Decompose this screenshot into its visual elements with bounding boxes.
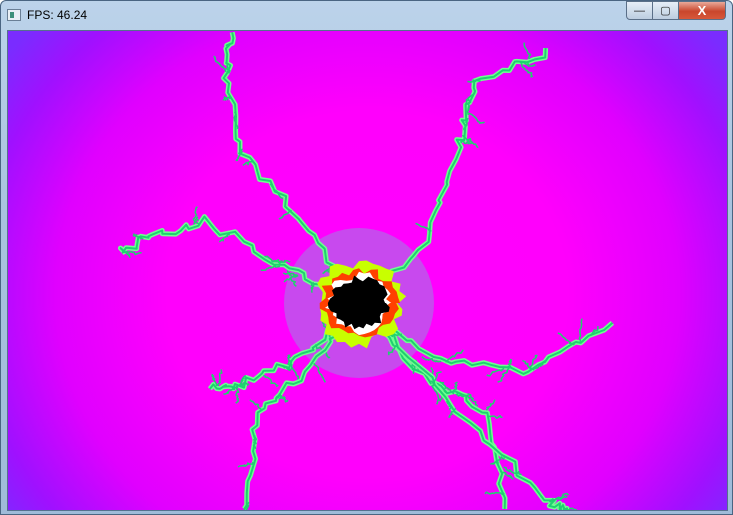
title-bar[interactable]: FPS: 46.24 — ▢ X xyxy=(1,1,732,30)
fractal-branch xyxy=(217,369,223,387)
fractal-canvas[interactable] xyxy=(7,30,728,511)
fractal-branch xyxy=(278,209,292,220)
fractal-branch xyxy=(249,399,262,410)
fractal-branch xyxy=(485,399,496,411)
window-controls: — ▢ X xyxy=(626,1,726,20)
minimize-button[interactable]: — xyxy=(626,1,653,20)
fractal-branch xyxy=(195,216,200,225)
fractal-branch xyxy=(488,415,503,419)
fractal-branch xyxy=(290,363,302,382)
fractal-branch xyxy=(235,385,240,404)
fractal-branch xyxy=(578,318,583,342)
window-title: FPS: 46.24 xyxy=(27,8,88,22)
app-window: FPS: 46.24 — ▢ X xyxy=(0,0,733,515)
fractal-branch xyxy=(468,112,485,125)
fractal-branch xyxy=(522,359,533,370)
close-button[interactable]: X xyxy=(679,1,726,20)
fractal-branch xyxy=(557,332,575,346)
fractal-render xyxy=(118,31,615,510)
fractal-branch xyxy=(262,374,279,387)
fractal-branch xyxy=(242,161,253,166)
maximize-button[interactable]: ▢ xyxy=(653,1,679,20)
fractal-branch xyxy=(486,367,505,377)
app-window-icon xyxy=(7,9,21,21)
fractal-branch xyxy=(523,42,532,60)
